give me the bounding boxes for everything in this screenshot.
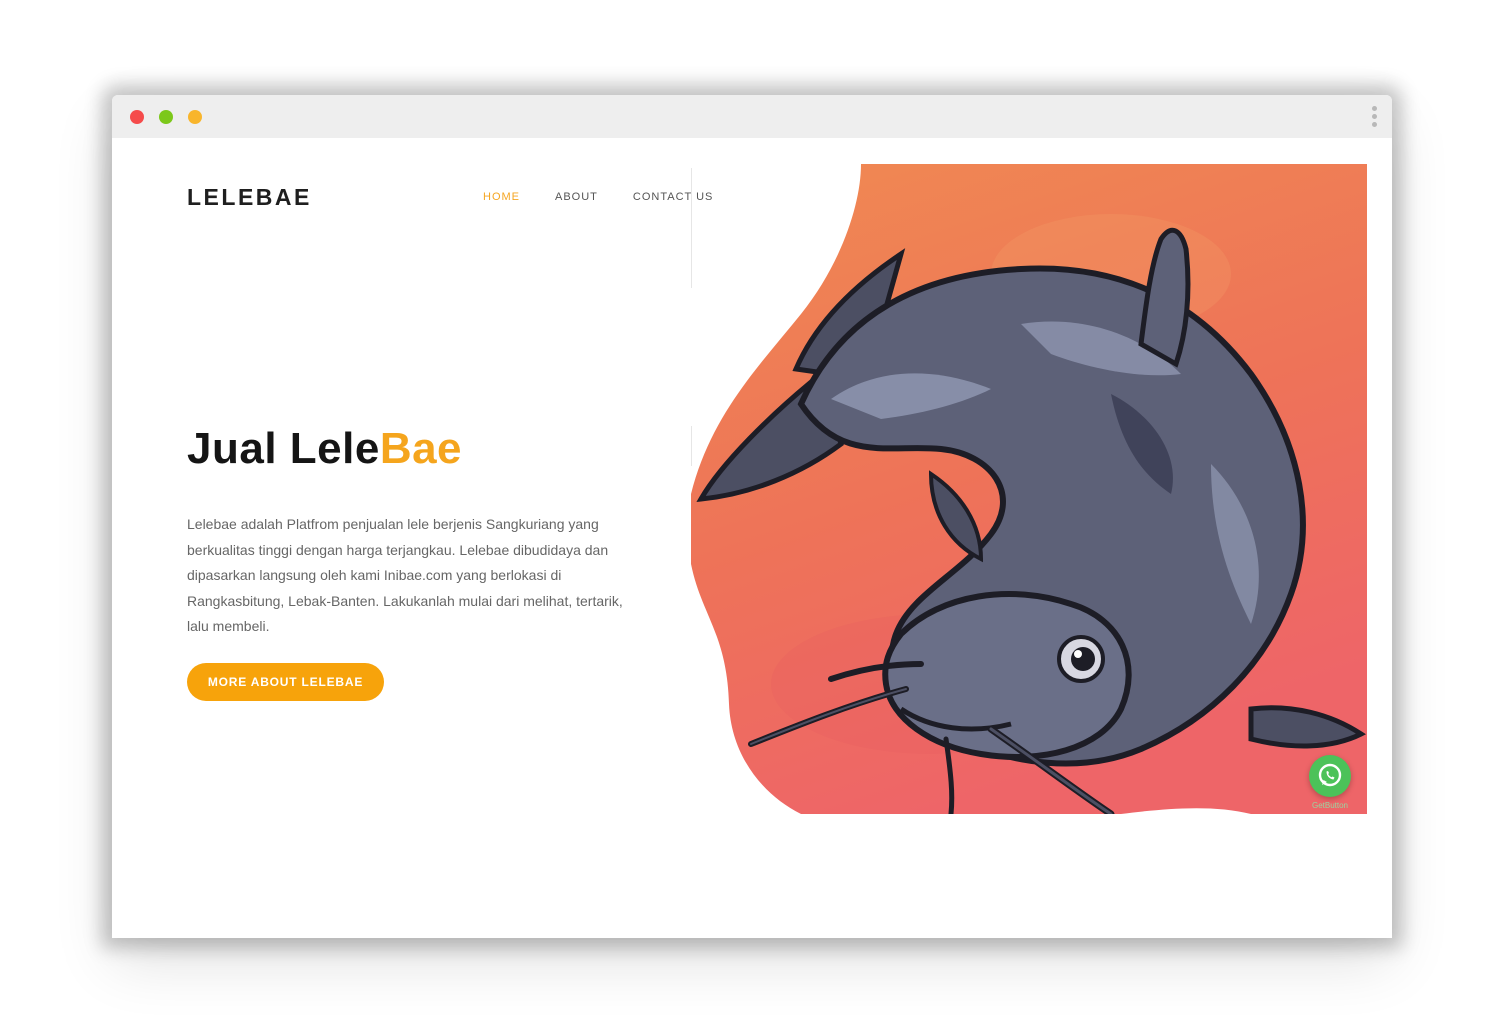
more-about-button[interactable]: MORE ABOUT LELEBAE bbox=[187, 663, 384, 701]
whatsapp-chat-button[interactable] bbox=[1309, 755, 1351, 797]
browser-titlebar bbox=[112, 95, 1392, 138]
kebab-menu-icon[interactable] bbox=[1370, 106, 1378, 128]
hero-title-accent: Bae bbox=[379, 424, 463, 473]
whatsapp-widget-label: GetButton bbox=[1311, 801, 1349, 810]
nav-about-link[interactable]: ABOUT bbox=[555, 191, 598, 203]
close-window-button[interactable] bbox=[130, 110, 144, 124]
hero-title-main: Jual Lele bbox=[187, 424, 380, 473]
catfish-illustration bbox=[691, 164, 1367, 814]
minimize-window-button[interactable] bbox=[159, 110, 173, 124]
landing-page: LELEBAE HOME ABOUT CONTACT US Jual LeleB… bbox=[112, 138, 1392, 938]
browser-window: LELEBAE HOME ABOUT CONTACT US Jual LeleB… bbox=[112, 95, 1392, 938]
site-logo[interactable]: LELEBAE bbox=[187, 184, 312, 211]
nav-home-link[interactable]: HOME bbox=[483, 191, 520, 203]
maximize-window-button[interactable] bbox=[188, 110, 202, 124]
hero-title: Jual LeleBae bbox=[187, 424, 462, 474]
hero-description: Lelebae adalah Platfrom penjualan lele b… bbox=[187, 516, 623, 634]
whatsapp-icon bbox=[1318, 763, 1342, 787]
